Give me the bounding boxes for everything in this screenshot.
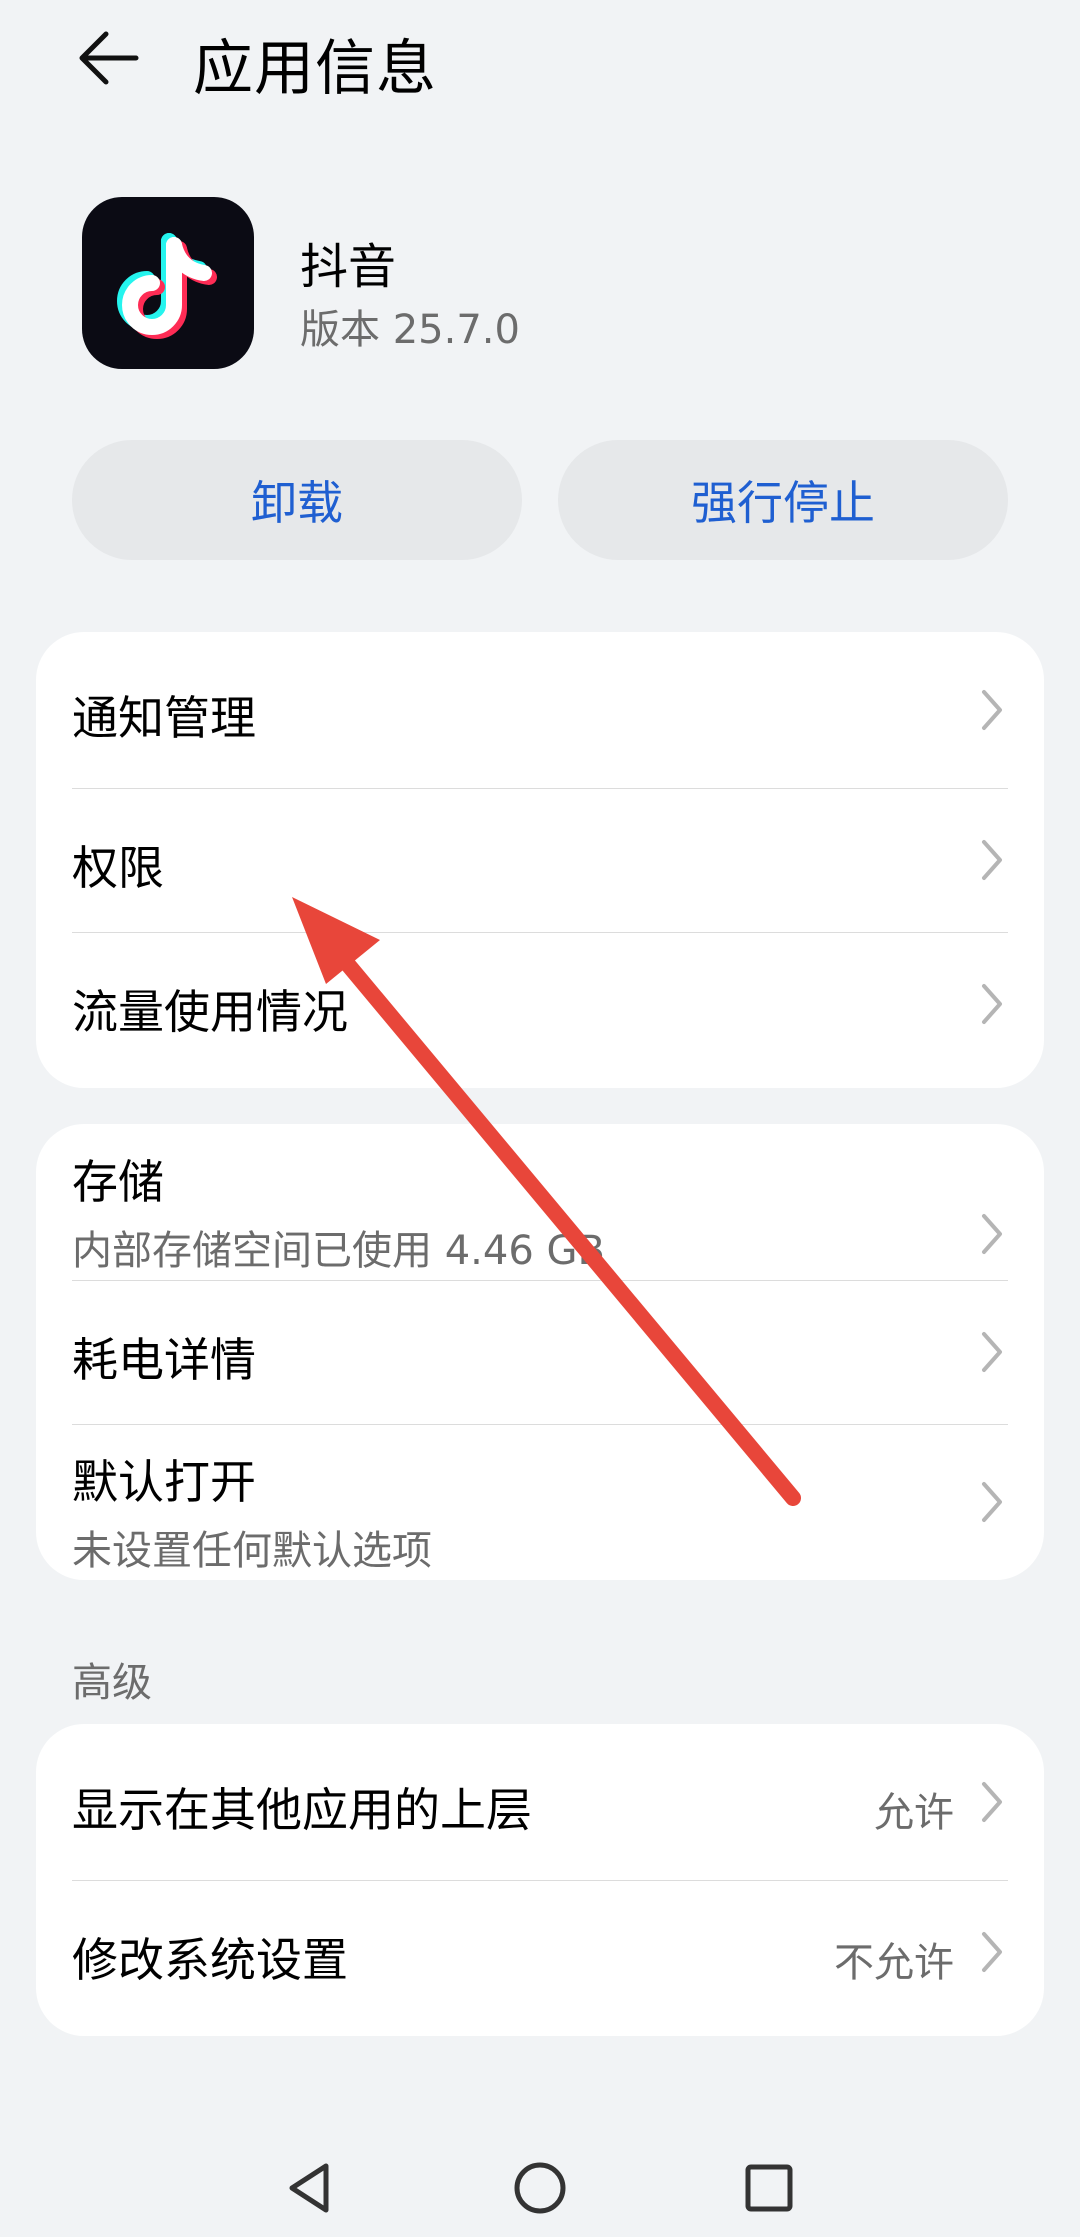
chevron-right-icon xyxy=(982,1782,1002,1822)
system-nav-bar xyxy=(0,2110,1080,2237)
row-modify-system-settings[interactable]: 修改系统设置 不允许 xyxy=(36,1880,1044,2036)
triangle-back-icon xyxy=(289,2163,329,2213)
row-data-usage[interactable]: 流量使用情况 xyxy=(36,932,1044,1088)
force-stop-button[interactable]: 强行停止 xyxy=(558,440,1008,560)
row-open-by-default[interactable]: 默认打开 未设置任何默认选项 xyxy=(36,1424,1044,1580)
divider xyxy=(72,1424,1008,1425)
page-title: 应用信息 xyxy=(193,34,437,104)
divider xyxy=(72,1880,1008,1881)
row-storage[interactable]: 存储 内部存储空间已使用 4.46 GB xyxy=(36,1124,1044,1280)
row-notification-management[interactable]: 通知管理 xyxy=(36,632,1044,788)
arrow-left-icon xyxy=(79,31,139,85)
row-sublabel: 未设置任何默认选项 xyxy=(72,1528,432,1574)
tiktok-logo-icon xyxy=(82,197,254,369)
app-settings-card: 通知管理 权限 流量使用情况 xyxy=(36,632,1044,1088)
circle-home-icon xyxy=(514,2162,566,2214)
nav-home-button[interactable] xyxy=(500,2148,580,2228)
row-label: 通知管理 xyxy=(72,691,256,745)
row-display-over-other-apps[interactable]: 显示在其他应用的上层 允许 xyxy=(36,1724,1044,1880)
row-label: 耗电详情 xyxy=(72,1333,256,1387)
square-recents-icon xyxy=(745,2164,793,2212)
chevron-right-icon xyxy=(982,1214,1002,1254)
row-label: 修改系统设置 xyxy=(72,1933,348,1987)
row-value: 允许 xyxy=(874,1790,954,1836)
chevron-right-icon xyxy=(982,1932,1002,1972)
nav-back-button[interactable] xyxy=(270,2148,350,2228)
row-label: 存储 xyxy=(72,1155,164,1209)
uninstall-button[interactable]: 卸载 xyxy=(72,440,522,560)
app-version: 版本 25.7.0 xyxy=(300,307,520,353)
row-label: 默认打开 xyxy=(72,1455,256,1509)
app-name: 抖音 xyxy=(300,239,397,295)
divider xyxy=(72,932,1008,933)
divider xyxy=(72,1280,1008,1281)
row-value: 不允许 xyxy=(834,1940,954,1986)
chevron-right-icon xyxy=(982,984,1002,1024)
header: 应用信息 xyxy=(0,0,1080,120)
chevron-right-icon xyxy=(982,1482,1002,1522)
row-permissions[interactable]: 权限 xyxy=(36,788,1044,932)
back-button[interactable] xyxy=(68,18,148,98)
chevron-right-icon xyxy=(982,690,1002,730)
chevron-right-icon xyxy=(982,840,1002,880)
row-label: 流量使用情况 xyxy=(72,985,348,1039)
row-label: 显示在其他应用的上层 xyxy=(72,1783,532,1837)
chevron-right-icon xyxy=(982,1332,1002,1372)
section-heading-advanced: 高级 xyxy=(72,1660,152,1706)
row-label: 权限 xyxy=(72,841,164,895)
row-battery-details[interactable]: 耗电详情 xyxy=(36,1280,1044,1424)
nav-recents-button[interactable] xyxy=(729,2148,809,2228)
app-details-card: 存储 内部存储空间已使用 4.46 GB 耗电详情 默认打开 未设置任何默认选项 xyxy=(36,1124,1044,1580)
row-sublabel: 内部存储空间已使用 4.46 GB xyxy=(72,1228,605,1274)
divider xyxy=(72,788,1008,789)
advanced-card: 显示在其他应用的上层 允许 修改系统设置 不允许 xyxy=(36,1724,1044,2036)
